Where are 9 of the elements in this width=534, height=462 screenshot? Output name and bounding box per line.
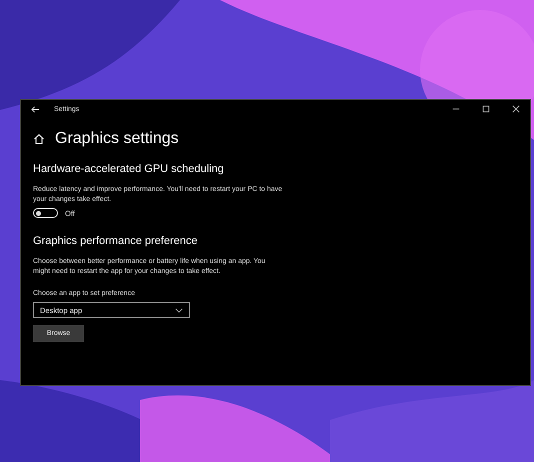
chevron-down-icon bbox=[175, 308, 183, 312]
back-arrow-icon[interactable] bbox=[31, 104, 40, 114]
section-heading: Graphics performance preference bbox=[33, 235, 198, 247]
close-icon[interactable] bbox=[512, 105, 520, 113]
maximize-icon[interactable] bbox=[482, 105, 490, 113]
section-heading: Hardware-accelerated GPU scheduling bbox=[33, 163, 225, 175]
toggle-switch[interactable] bbox=[33, 208, 58, 218]
page-title: Graphics settings bbox=[55, 130, 179, 148]
home-icon[interactable] bbox=[33, 133, 45, 145]
